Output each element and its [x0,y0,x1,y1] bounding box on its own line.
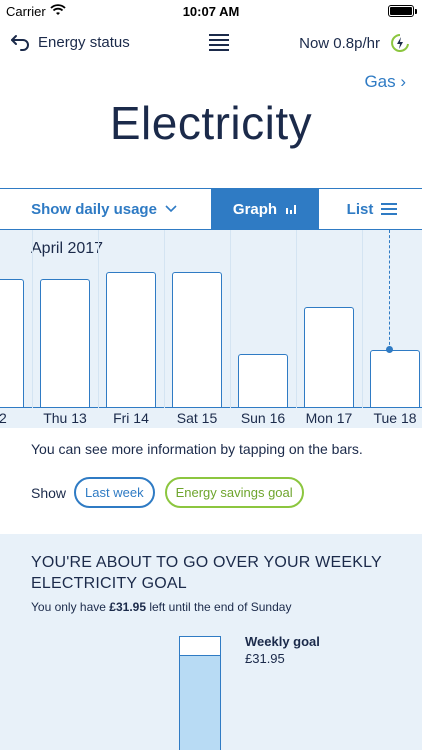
chart-bar[interactable] [238,353,288,407]
chart-gridline [230,230,231,408]
goal-gauge-fill [180,654,220,750]
chart-day-label: 12 [0,410,7,426]
goal-sub-prefix: You only have [31,600,106,614]
show-label: Show [31,484,67,501]
goal-subtext: You only have £31.95 left until the end … [31,600,291,614]
show-daily-usage-dropdown[interactable]: Show daily usage [0,189,212,229]
chart-gridline [296,230,297,408]
battery-icon [388,5,417,17]
goal-amount: £31.95 [109,600,146,614]
chart-gridline [164,230,165,408]
list-icon [381,203,398,215]
goal-sub-suffix: left until the end of Sunday [149,600,292,614]
chart-bar[interactable] [40,278,90,407]
info-text: You can see more information by tapping … [31,441,363,457]
chart-month: April 2017 [31,240,104,257]
chart-bar[interactable] [106,271,156,407]
chevron-down-icon [165,205,177,213]
chart-day-label: Sun 16 [240,410,286,426]
show-filters: Show Last week Energy savings goal [31,477,314,508]
list-label: List [346,200,374,218]
usage-chart: April 2017 12 Thu 13 Fri 14 Sat 15 Sun 16 Mon… [0,230,422,428]
gas-link[interactable]: Gas › [364,72,406,92]
chart-gridline [32,230,33,408]
selection-marker-dot [386,346,393,354]
energy-savings-goal-toggle[interactable]: Energy savings goal [164,477,304,508]
graph-tab[interactable]: Graph [212,189,318,229]
selection-marker-line [389,230,390,351]
weekly-goal-label: Weekly goal [245,634,320,649]
clock: 10:07 AM [182,4,240,19]
status-bar: Carrier 10:07 AM [0,0,422,22]
chart-day-label: Thu 13 [43,410,87,426]
lightning-bolt-icon[interactable] [388,31,412,55]
list-tab[interactable]: List [318,189,422,229]
chart-bar[interactable] [172,271,222,407]
goal-heading: You're about to go over your weekly elec… [31,554,382,592]
chart-bar[interactable] [370,350,420,407]
page-title: Electricity [109,97,313,149]
goal-panel: You're about to go over your weekly elec… [0,534,422,750]
chart-day-label: Tue 18 [373,410,417,426]
bar-chart-icon [286,205,297,214]
chart-gridline [362,230,363,408]
view-toggle: Show daily usage Graph List [0,188,422,230]
back-label: Energy status [38,33,130,51]
chart-day-label: Mon 17 [305,410,353,426]
goal-gauge [179,636,221,750]
top-nav: Energy status Now 0.8p/hr [0,28,422,60]
hamburger-menu-icon[interactable] [209,34,229,52]
weekly-goal-value: £31.95 [245,651,285,666]
chart-bar[interactable] [0,278,24,407]
graph-label: Graph [232,200,278,218]
chart-day-label: Fri 14 [113,410,149,426]
back-button[interactable]: Energy status [10,33,130,51]
usage-label: Show daily usage [31,200,157,218]
chart-bar[interactable] [304,307,354,407]
back-arrow-icon [11,35,29,51]
chart-day-label: Sat 15 [176,410,218,426]
current-rate: Now 0.8p/hr [299,35,380,52]
chart-gridline [98,230,99,408]
last-week-toggle[interactable]: Last week [74,477,155,508]
chart-baseline [0,407,422,408]
